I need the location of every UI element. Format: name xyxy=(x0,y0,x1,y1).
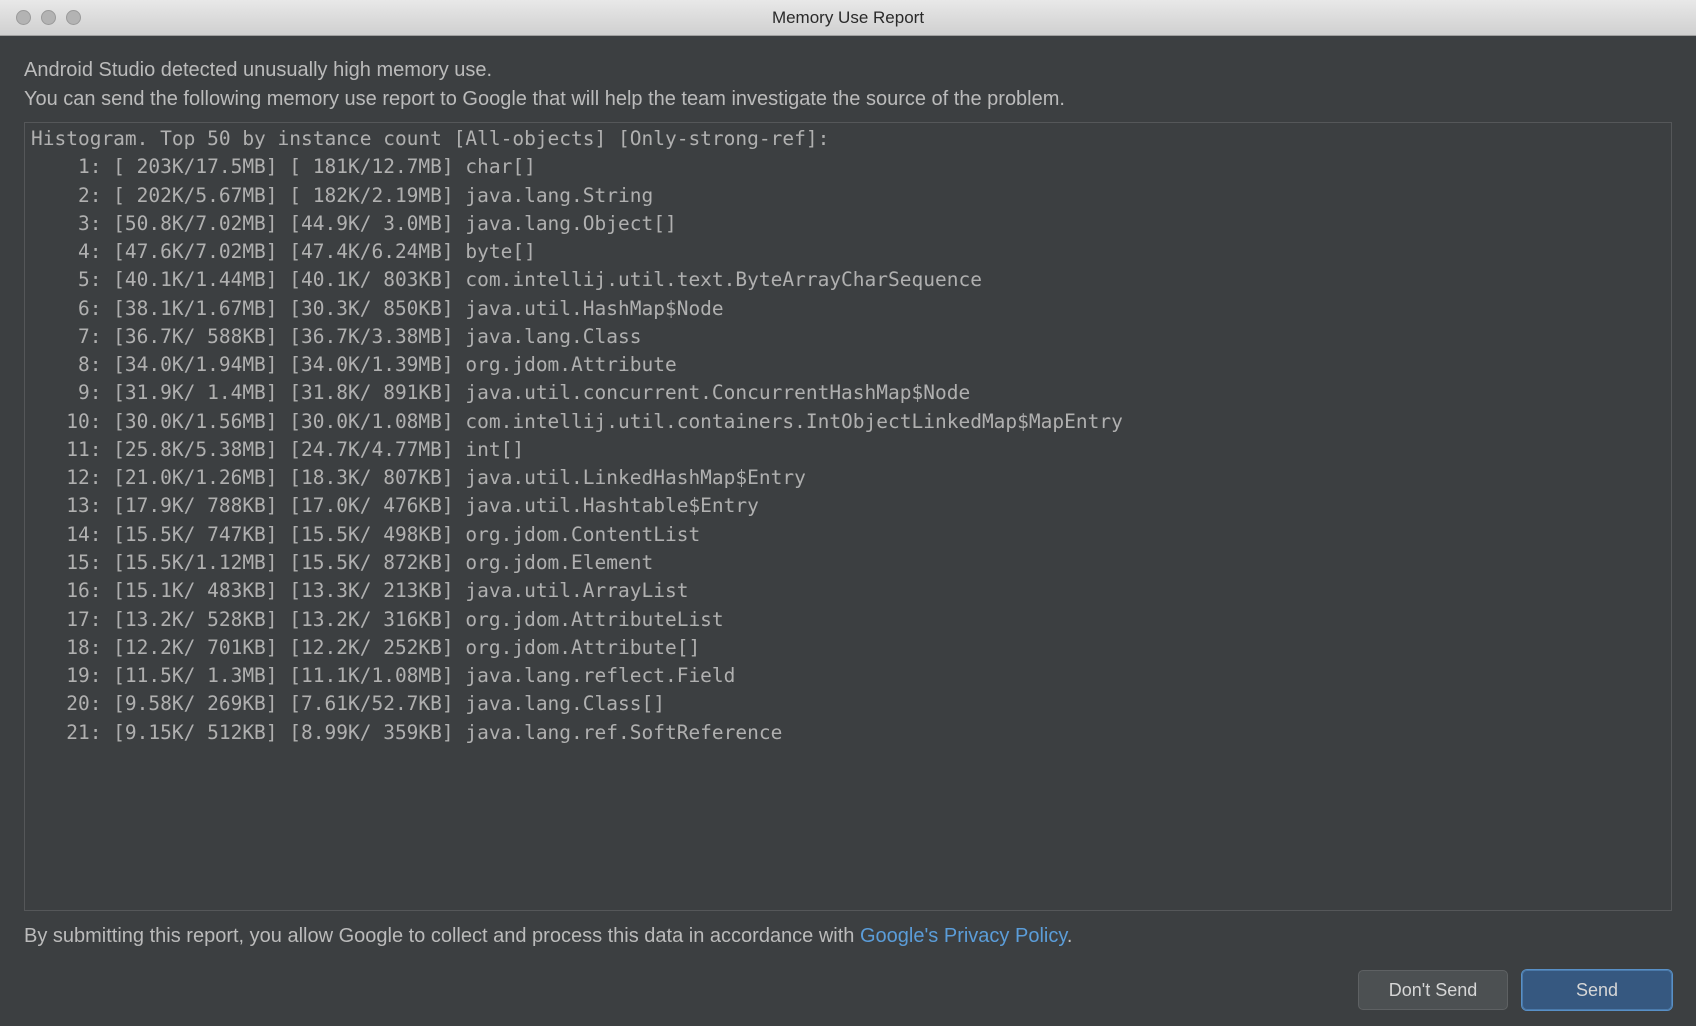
report-textarea[interactable]: Histogram. Top 50 by instance count [All… xyxy=(24,122,1672,911)
minimize-icon[interactable] xyxy=(41,10,56,25)
titlebar: Memory Use Report xyxy=(0,0,1696,36)
zoom-icon[interactable] xyxy=(66,10,81,25)
privacy-footer: By submitting this report, you allow Goo… xyxy=(24,925,1672,948)
privacy-policy-link[interactable]: Google's Privacy Policy xyxy=(860,925,1067,947)
privacy-prefix: By submitting this report, you allow Goo… xyxy=(24,925,860,947)
window-title: Memory Use Report xyxy=(772,8,924,28)
privacy-suffix: . xyxy=(1067,925,1073,947)
intro-text: Android Studio detected unusually high m… xyxy=(24,56,1672,114)
window-controls xyxy=(0,10,81,25)
close-icon[interactable] xyxy=(16,10,31,25)
send-button[interactable]: Send xyxy=(1522,970,1672,1010)
dialog-content: Android Studio detected unusually high m… xyxy=(0,36,1696,1026)
intro-line-2: You can send the following memory use re… xyxy=(24,85,1672,114)
button-row: Don't Send Send xyxy=(24,970,1672,1010)
intro-line-1: Android Studio detected unusually high m… xyxy=(24,56,1672,85)
dont-send-button[interactable]: Don't Send xyxy=(1358,970,1508,1010)
